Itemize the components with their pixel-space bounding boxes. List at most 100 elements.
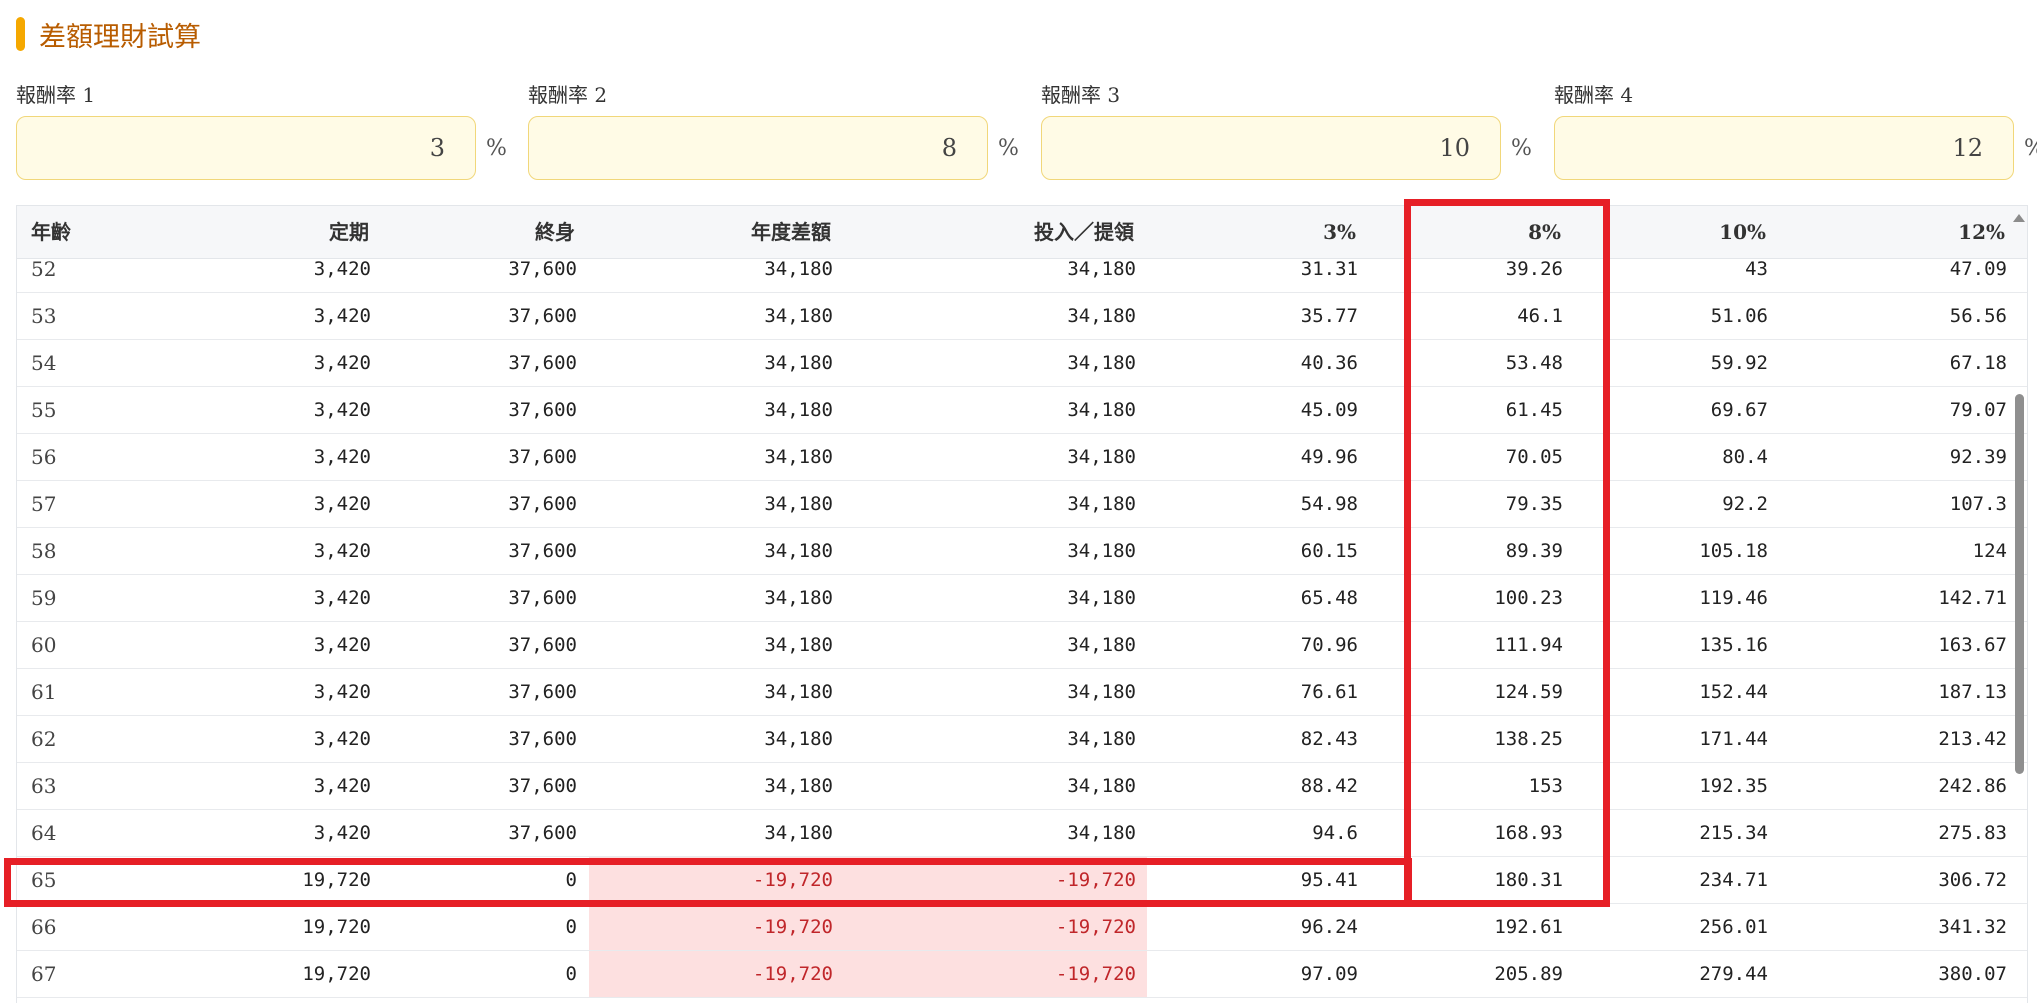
rate-group-3: 報酬率 3 % <box>1041 82 1541 180</box>
table-cell: 107.3 <box>1949 493 2007 515</box>
table-cell: -19,720 <box>1055 916 1136 938</box>
table-cell: 34,180 <box>1067 775 1136 797</box>
table-cell: 0 <box>565 916 577 938</box>
table-cell: 153 <box>1528 775 1563 797</box>
cell-age: 52 <box>31 257 57 281</box>
cell-age: 67 <box>31 962 57 986</box>
table-cell: 152.44 <box>1699 681 1768 703</box>
table-cell: 275.83 <box>1938 822 2007 844</box>
table-row: 55 3,420 37,600 34,180 34,180 45.09 61.45 69.67… <box>17 387 2027 434</box>
table-cell: 213.42 <box>1938 728 2007 750</box>
table-cell: 37,600 <box>508 540 577 562</box>
table-cell: 37,600 <box>508 634 577 656</box>
table-cell: 34,180 <box>1067 258 1136 280</box>
table-row: 64 3,420 37,600 34,180 34,180 94.6 168.93 215.3… <box>17 810 2027 857</box>
table-cell: 124.59 <box>1494 681 1563 703</box>
title-accent-bar <box>16 17 25 51</box>
table-cell: 187.13 <box>1938 681 2007 703</box>
table-cell: 3,420 <box>313 258 371 280</box>
table-cell: 37,600 <box>508 822 577 844</box>
table-cell: 3,420 <box>313 587 371 609</box>
rate-group-4: 報酬率 4 % <box>1554 82 2037 180</box>
table-cell: 19,720 <box>302 916 371 938</box>
table-cell: 37,600 <box>508 352 577 374</box>
table-cell: 56.56 <box>1949 305 2007 327</box>
table-row: 53 3,420 37,600 34,180 34,180 35.77 46.1 51.06 5… <box>17 293 2027 340</box>
table-row: 61 3,420 37,600 34,180 34,180 76.61 124.59 152.… <box>17 669 2027 716</box>
table-row: 57 3,420 37,600 34,180 34,180 54.98 79.35 92.2 1… <box>17 481 2027 528</box>
table-cell: 19,720 <box>302 869 371 891</box>
table-cell: 37,600 <box>508 305 577 327</box>
table-cell: 89.39 <box>1505 540 1563 562</box>
table-cell: 59.92 <box>1710 352 1768 374</box>
table-cell: 3,420 <box>313 446 371 468</box>
table-cell: 3,420 <box>313 775 371 797</box>
table-cell: 95.41 <box>1300 869 1358 891</box>
table-cell: 19,720 <box>302 963 371 985</box>
rate-input-2[interactable] <box>528 116 988 180</box>
table-cell: 96.24 <box>1300 916 1358 938</box>
rate-label-2: 報酬率 2 <box>528 83 608 107</box>
table-cell: -19,720 <box>752 869 833 891</box>
rate-unit-4: % <box>2024 136 2037 161</box>
cell-age: 58 <box>31 539 57 563</box>
table-row: 59 3,420 37,600 34,180 34,180 65.48 100.23 119.… <box>17 575 2027 622</box>
scrollbar-thumb[interactable] <box>2015 394 2024 774</box>
rate-unit-2: % <box>998 135 1019 161</box>
table-cell: 168.93 <box>1494 822 1563 844</box>
table-cell: -19,720 <box>1055 869 1136 891</box>
table-row: 56 3,420 37,600 34,180 34,180 49.96 70.05 80.4 9… <box>17 434 2027 481</box>
table-cell: 35.77 <box>1300 305 1358 327</box>
cell-age: 53 <box>31 304 57 328</box>
scroll-up-icon[interactable] <box>2013 214 2025 222</box>
table-cell: 31.31 <box>1300 258 1358 280</box>
table-cell: 3,420 <box>313 822 371 844</box>
table-cell: 34,180 <box>1067 587 1136 609</box>
table-cell: 69.67 <box>1710 399 1768 421</box>
table-cell: 92.2 <box>1722 493 1768 515</box>
table-cell: 279.44 <box>1699 963 1768 985</box>
table-cell: 34,180 <box>1067 352 1136 374</box>
rate-label-4: 報酬率 4 <box>1554 83 1634 107</box>
rate-input-1[interactable] <box>16 116 476 180</box>
table-cell: 0 <box>565 869 577 891</box>
rate-input-4[interactable] <box>1554 116 2014 180</box>
table-cell: 138.25 <box>1494 728 1563 750</box>
table-cell: 46.1 <box>1517 305 1563 327</box>
scrollbar[interactable] <box>2013 214 2025 994</box>
table-cell: 34,180 <box>764 634 833 656</box>
table-cell: -19,720 <box>752 963 833 985</box>
table-cell: 34,180 <box>764 775 833 797</box>
table-cell: 49.96 <box>1300 446 1358 468</box>
rate-input-3[interactable] <box>1041 116 1501 180</box>
cell-age: 61 <box>31 680 57 704</box>
rate-label-3: 報酬率 3 <box>1041 83 1121 107</box>
table-cell: 70.96 <box>1300 634 1358 656</box>
table-cell: 34,180 <box>764 399 833 421</box>
table-row: 58 3,420 37,600 34,180 34,180 60.15 89.39 105.1… <box>17 528 2027 575</box>
table-cell: 34,180 <box>1067 399 1136 421</box>
table-cell: 34,180 <box>764 446 833 468</box>
table-cell: 80.4 <box>1722 446 1768 468</box>
cell-age: 62 <box>31 727 57 751</box>
table-cell: -19,720 <box>1055 963 1136 985</box>
cell-age: 63 <box>31 774 57 798</box>
table-row: 52 3,420 37,600 34,180 34,180 31.31 39.26 43 47.… <box>17 246 2027 293</box>
table-cell: 94.6 <box>1312 822 1358 844</box>
table-cell: 79.07 <box>1949 399 2007 421</box>
table-cell: 37,600 <box>508 258 577 280</box>
table-cell: 37,600 <box>508 728 577 750</box>
table-cell: 135.16 <box>1699 634 1768 656</box>
table-cell: 53.48 <box>1505 352 1563 374</box>
rate-group-2: 報酬率 2 % <box>528 82 1028 180</box>
rate-unit-1: % <box>486 135 507 161</box>
table-cell: 192.35 <box>1699 775 1768 797</box>
table-cell: 37,600 <box>508 681 577 703</box>
table-cell: 34,180 <box>1067 681 1136 703</box>
table-cell: 215.34 <box>1699 822 1768 844</box>
table-cell: 3,420 <box>313 681 371 703</box>
rate-unit-3: % <box>1511 135 1532 161</box>
table-cell: 34,180 <box>764 352 833 374</box>
table-cell: 37,600 <box>508 775 577 797</box>
table-cell: 37,600 <box>508 493 577 515</box>
